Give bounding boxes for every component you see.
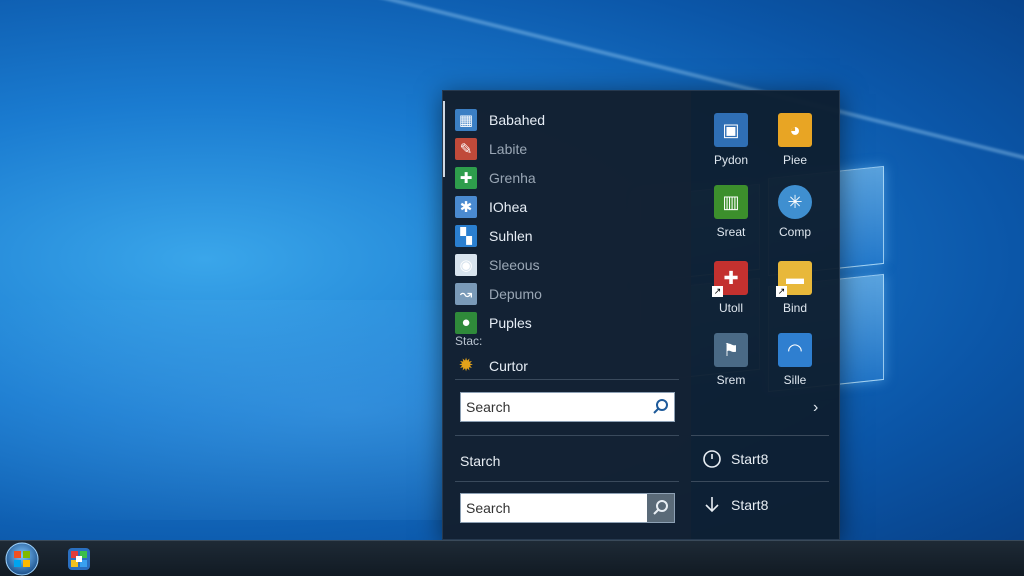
program-label: Puples — [489, 314, 532, 331]
power-button[interactable]: Start8 — [701, 448, 768, 470]
pinned-tiles-column: ▣ Pydon ◕ Piee ▥ Sreat ✳ Comp ✚ ↗ Utoll ▬… — [691, 91, 841, 539]
windows-orb-icon[interactable] — [3, 541, 41, 576]
program-item[interactable]: ▚ Suhlen — [455, 221, 685, 250]
tile-label: Srem — [716, 373, 746, 387]
list-scroll-indicator[interactable] — [443, 101, 445, 177]
tile-bind[interactable]: ▬ ↗ Bind — [763, 257, 827, 321]
program-label: IOhea — [489, 198, 528, 215]
disc-icon: ◉ — [455, 253, 477, 276]
divider — [455, 435, 679, 436]
paint-icon: ✎ — [455, 137, 477, 160]
tile-label: Bind — [782, 301, 808, 315]
program-label: Labite — [489, 140, 528, 157]
program-item[interactable]: ↝ Depumo — [455, 279, 685, 308]
program-label: Curtor — [489, 357, 528, 374]
tile-sreat[interactable]: ▥ Sreat — [699, 181, 763, 245]
search-icon[interactable] — [647, 494, 674, 522]
shortcut-arrow-icon: ↗ — [712, 286, 723, 297]
program-item[interactable]: ◉ Sleeous — [455, 250, 685, 279]
programs-column: ▦ Babahed ✎ Labite ✚ Grenha ✱ IOhea ▚ Su… — [443, 91, 691, 539]
search-box-top[interactable] — [460, 392, 675, 422]
tile-label: Utoll — [718, 301, 743, 315]
program-item-cursor[interactable]: ✹ Curtor — [455, 351, 685, 380]
program-label: Grenha — [489, 169, 536, 186]
tile-label: Sreat — [716, 225, 746, 239]
spreadsheet-icon: ▥ — [714, 185, 748, 219]
tile-piee[interactable]: ◕ Piee — [763, 109, 827, 173]
sun-icon: ✹ — [458, 355, 474, 375]
program-item[interactable]: ● Puples — [455, 308, 685, 337]
taskbar — [0, 540, 1024, 576]
start8-download-button[interactable]: Start8 — [701, 494, 768, 516]
download-arrow-icon — [701, 494, 723, 516]
shield-app-icon: ✚ ↗ — [712, 261, 748, 297]
tile-label: Piee — [782, 153, 808, 167]
program-label: Suhlen — [489, 227, 533, 244]
tile-label: Sille — [783, 373, 807, 387]
folder-icon: ▬ ↗ — [776, 261, 812, 297]
wifi-app-icon: ◠ — [778, 333, 812, 367]
divider — [455, 481, 679, 482]
grid-app-icon: ▚ — [455, 224, 477, 247]
divider — [691, 435, 829, 436]
tile-utoll[interactable]: ✚ ↗ Utoll — [699, 257, 763, 321]
shortcut-arrow-icon: ↗ — [776, 286, 787, 297]
swirl-icon: ↝ — [455, 282, 477, 305]
tile-sille[interactable]: ◠ Sille — [763, 329, 827, 393]
divider — [691, 481, 829, 482]
chrome-icon: ◕ — [778, 113, 812, 147]
pinwheel-icon: ✱ — [455, 195, 477, 218]
colorful-app-icon[interactable] — [66, 546, 92, 572]
start-menu: ▦ Babahed ✎ Labite ✚ Grenha ✱ IOhea ▚ Su… — [442, 90, 840, 540]
search-box-bottom[interactable] — [460, 493, 675, 523]
more-tiles-arrow-icon[interactable]: › — [813, 399, 818, 417]
tile-srem[interactable]: ⚑ Srem — [699, 329, 763, 393]
program-item[interactable]: ✚ Grenha — [455, 163, 685, 192]
puzzle-icon: ✚ — [455, 166, 477, 189]
starch-item[interactable]: Starch — [460, 453, 500, 469]
tile-comp[interactable]: ✳ Comp — [763, 181, 827, 245]
python-app-icon: ▣ — [714, 113, 748, 147]
section-label: Stac: — [455, 334, 483, 348]
power-label: Start8 — [731, 497, 769, 513]
search-icon[interactable] — [647, 393, 674, 421]
tile-label: Pydon — [713, 153, 749, 167]
power-icon — [701, 448, 723, 470]
program-item[interactable]: ▦ Babahed — [455, 105, 685, 134]
program-label: Depumo — [489, 285, 542, 302]
search-input[interactable] — [461, 393, 647, 421]
program-item[interactable]: ✎ Labite — [455, 134, 685, 163]
tile-label: Comp — [778, 225, 811, 239]
image-viewer-icon: ▦ — [455, 108, 477, 131]
program-label: Sleeous — [489, 256, 540, 273]
program-list: ▦ Babahed ✎ Labite ✚ Grenha ✱ IOhea ▚ Su… — [455, 105, 685, 337]
flag-app-icon: ⚑ — [714, 333, 748, 367]
program-label: Babahed — [489, 111, 546, 128]
program-item[interactable]: ✱ IOhea — [455, 192, 685, 221]
search-input[interactable] — [461, 494, 647, 522]
divider — [455, 379, 679, 380]
network-icon: ✳ — [778, 185, 812, 219]
green-circle-icon: ● — [455, 311, 477, 334]
tile-pydon[interactable]: ▣ Pydon — [699, 109, 763, 173]
power-label: Start8 — [731, 451, 769, 467]
